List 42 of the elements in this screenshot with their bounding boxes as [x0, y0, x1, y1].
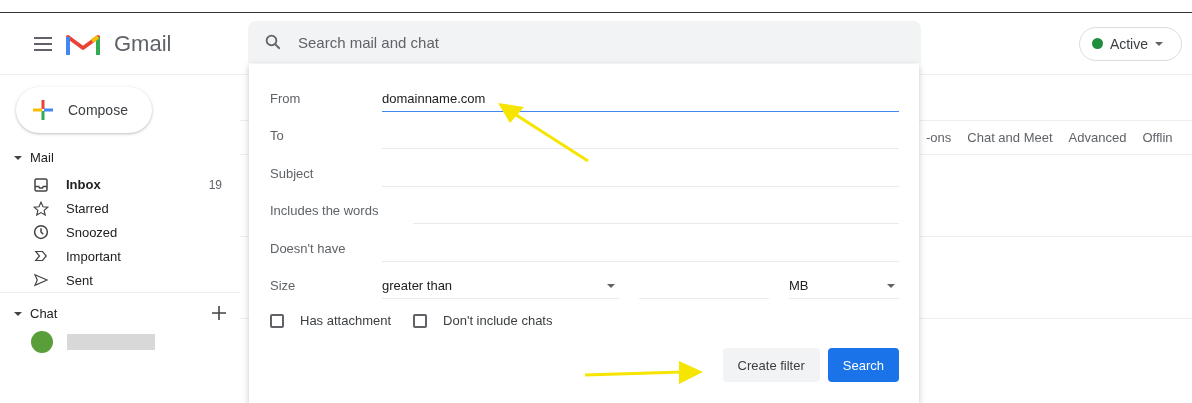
- settings-tab[interactable]: Chat and Meet: [967, 130, 1053, 145]
- folder-item[interactable]: Starred: [0, 196, 240, 221]
- folder-item[interactable]: Inbox 19: [0, 173, 240, 197]
- plus-icon: [32, 99, 54, 121]
- checkbox-label[interactable]: Don't include chats: [443, 313, 553, 328]
- create-filter-button[interactable]: Create filter: [722, 348, 820, 382]
- settings-tab[interactable]: Offlin: [1142, 130, 1173, 145]
- unread-count: 19: [208, 177, 222, 192]
- menu-icon[interactable]: [34, 36, 52, 51]
- field-label: From: [270, 90, 302, 108]
- search-icon: [264, 33, 282, 51]
- clock-icon: [32, 223, 50, 242]
- field-label: To: [270, 128, 285, 145]
- field-label: Includes the words: [270, 203, 380, 220]
- folder-item[interactable]: Important: [0, 244, 240, 269]
- search-button[interactable]: Search: [827, 348, 899, 382]
- folder-item[interactable]: Snoozed: [0, 220, 240, 245]
- field-label: Doesn't have: [270, 240, 347, 258]
- status-button[interactable]: Active: [1078, 26, 1182, 61]
- avatar: [31, 331, 53, 353]
- field-label: Subject: [270, 165, 315, 183]
- operator-select[interactable]: greater than: [382, 273, 619, 299]
- settings-tab[interactable]: -ons: [926, 130, 952, 145]
- field-label: Size: [270, 278, 297, 295]
- caret-icon[interactable]: [14, 309, 22, 318]
- unit-select[interactable]: MB: [789, 273, 899, 299]
- app-name: Gmail: [114, 30, 172, 57]
- search-field[interactable]: Search mail and chat: [296, 32, 905, 52]
- plus-icon[interactable]: [212, 306, 226, 320]
- search-bar[interactable]: Search mail and chat: [248, 21, 921, 63]
- star-icon: [32, 199, 50, 218]
- checkbox-label[interactable]: Has attachment: [300, 313, 392, 328]
- checkbox[interactable]: [413, 313, 428, 328]
- folder-item[interactable]: Sent: [0, 268, 240, 292]
- inbox-icon: [32, 175, 50, 194]
- section-label[interactable]: Mail: [30, 149, 54, 165]
- settings-tab[interactable]: Advanced: [1068, 130, 1127, 145]
- compose-button[interactable]: Compose: [16, 87, 152, 133]
- caret-icon[interactable]: [14, 153, 22, 162]
- section-label[interactable]: Chat: [30, 305, 58, 321]
- arrow-annotation-icon: [585, 361, 703, 385]
- checkbox[interactable]: [270, 313, 284, 328]
